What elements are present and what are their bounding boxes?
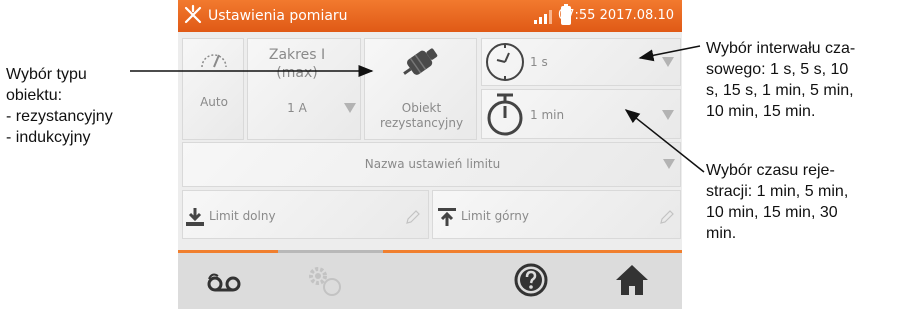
interval-arrow [638,45,701,62]
duration-arrow [624,109,705,173]
annotation-arrows [130,45,705,173]
